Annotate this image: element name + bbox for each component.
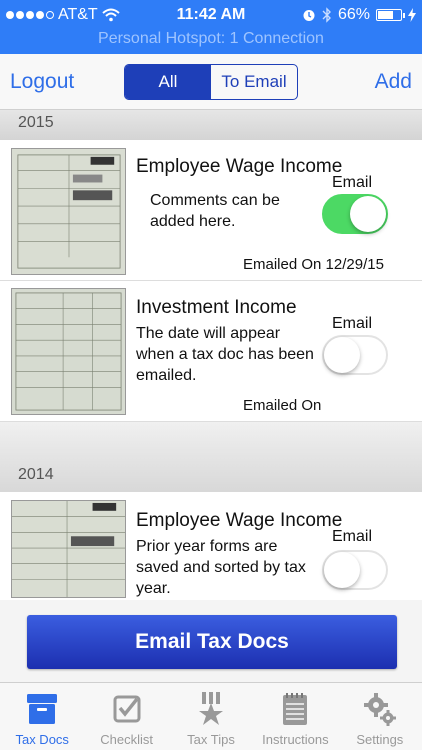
list-item[interactable]: Employee Wage Income Prior year forms ar…: [0, 492, 422, 600]
status-bar: AT&T 11:42 AM 66%: [0, 0, 422, 30]
add-button[interactable]: Add: [375, 70, 412, 94]
section-header-2015: 2015: [0, 110, 422, 140]
email-label: Email: [332, 315, 373, 332]
battery-fill: [378, 11, 393, 19]
toggle-knob: [350, 196, 386, 232]
tab-settings[interactable]: Settings: [338, 683, 422, 750]
battery-percent: 66%: [337, 6, 370, 23]
list-item[interactable]: Employee Wage Income Comments can be add…: [0, 140, 422, 281]
doc-comment: Comments can be added here.: [150, 192, 280, 230]
doc-comment: The date will appear when a tax doc has …: [136, 325, 314, 384]
charging-bolt-icon: [408, 8, 416, 22]
emailed-date: Emailed On: [243, 397, 322, 414]
tab-instructions[interactable]: Instructions: [253, 683, 337, 750]
emailed-date: Emailed On 12/29/15: [243, 256, 384, 273]
document-thumbnail[interactable]: [11, 500, 126, 598]
email-label: Email: [332, 174, 373, 191]
tab-label: Instructions: [262, 732, 329, 747]
section-header-2014: 2014: [0, 422, 422, 492]
logout-button[interactable]: Logout: [10, 70, 74, 94]
tab-checklist[interactable]: Checklist: [84, 683, 168, 750]
email-tax-docs-button[interactable]: Email Tax Docs: [27, 615, 397, 669]
tab-tax-tips[interactable]: Tax Tips: [169, 683, 253, 750]
notepad-icon: [283, 693, 308, 725]
tab-bar: Tax Docs Checklist Tax Tips Instructions…: [0, 682, 422, 750]
checklist-icon: [113, 695, 141, 723]
tab-label: Tax Docs: [15, 732, 69, 747]
star-ribbon-icon: [199, 692, 224, 725]
status-area: AT&T 11:42 AM 66% Personal Hotspot: 1 Co…: [0, 0, 422, 54]
bluetooth-icon: [322, 7, 331, 23]
doc-title: Employee Wage Income: [136, 510, 343, 531]
tax-docs-list: 2015 Employee Wage Income Comments can b…: [0, 110, 422, 682]
email-toggle[interactable]: [322, 335, 388, 375]
filter-segmented-control: All To Email: [124, 64, 298, 100]
alarm-icon: [303, 10, 315, 21]
toggle-knob: [324, 552, 360, 588]
document-thumbnail[interactable]: [11, 288, 126, 415]
battery-tip: [403, 13, 405, 18]
document-thumbnail[interactable]: [11, 148, 126, 275]
doc-title: Investment Income: [136, 297, 297, 318]
battery-icon: [376, 9, 405, 21]
status-right: 66%: [302, 6, 416, 24]
hotspot-banner[interactable]: Personal Hotspot: 1 Connection: [0, 30, 422, 52]
archive-box-icon: [27, 694, 58, 724]
doc-title: Employee Wage Income: [136, 156, 343, 177]
list-item[interactable]: Investment Income The date will appear w…: [0, 281, 422, 422]
gears-icon: [363, 693, 396, 726]
email-button-area: Email Tax Docs: [0, 600, 422, 682]
tab-label: Tax Tips: [187, 732, 235, 747]
tab-label: Checklist: [100, 732, 153, 747]
segment-all[interactable]: All: [125, 65, 211, 99]
navigation-bar: Logout All To Email Add: [0, 54, 422, 110]
email-label: Email: [332, 528, 373, 545]
email-toggle[interactable]: [322, 550, 388, 590]
tab-tax-docs[interactable]: Tax Docs: [0, 683, 84, 750]
tab-label: Settings: [356, 732, 404, 747]
doc-comment: Prior year forms are saved and sorted by…: [136, 538, 306, 597]
email-toggle[interactable]: [322, 194, 388, 234]
toggle-knob: [324, 337, 360, 373]
segment-to-email[interactable]: To Email: [211, 65, 297, 99]
